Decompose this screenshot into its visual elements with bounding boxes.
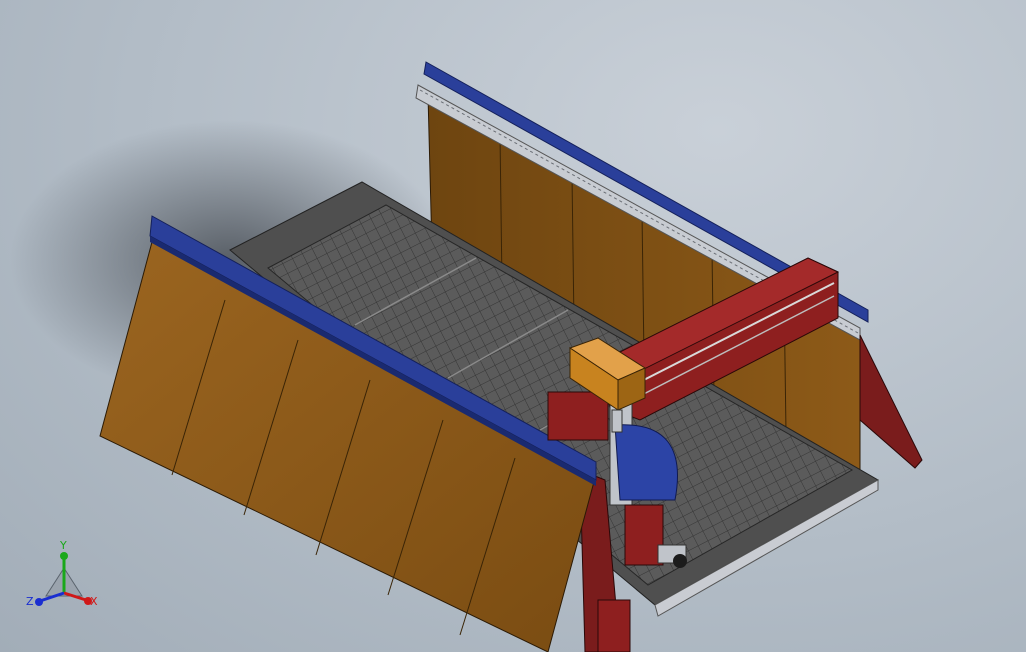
z-axis-cap [35,598,43,606]
z-axis-label: Z [26,595,34,608]
x-axis-label: X [90,595,98,608]
y-axis-cap [60,552,68,560]
y-axis-label: Y [59,539,67,552]
3d-viewport[interactable]: Y X Z [0,0,1026,652]
coordinate-triad: Y X Z [26,539,98,608]
cad-model-scene[interactable] [0,0,1026,652]
